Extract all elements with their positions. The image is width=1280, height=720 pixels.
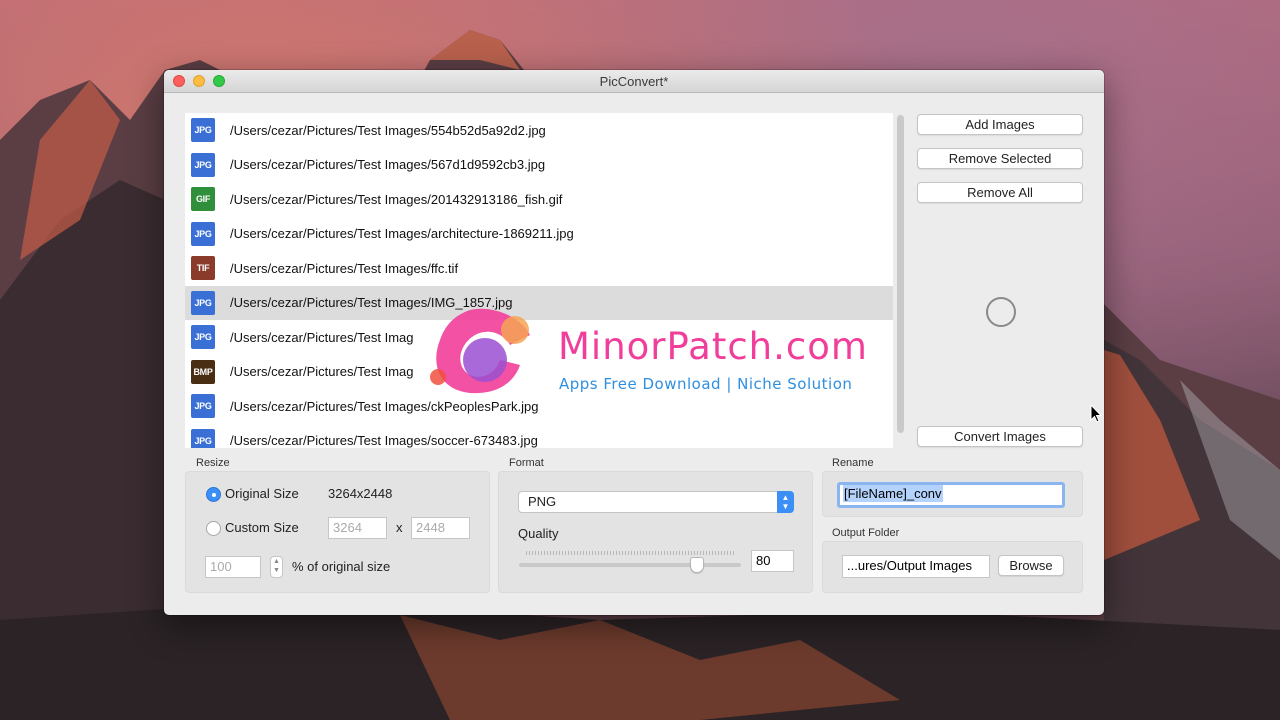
file-list-row[interactable]: JPG/Users/cezar/Pictures/Test Images/567… — [185, 148, 893, 183]
custom-size-label: Custom Size — [225, 520, 299, 535]
rename-field[interactable]: [FileName]_conv — [837, 482, 1065, 508]
file-path: /Users/cezar/Pictures/Test Images/201432… — [230, 191, 563, 207]
file-path: /Users/cezar/Pictures/Test Images/soccer… — [230, 433, 538, 448]
watermark-subtitle: Apps Free Download | Niche Solution — [559, 375, 853, 393]
percent-stepper[interactable]: ▲ ▼ — [270, 556, 283, 578]
title-bar: PicConvert* — [164, 70, 1104, 93]
progress-spinner — [986, 297, 1016, 327]
file-type-icon: JPG — [191, 118, 215, 143]
original-size-radio[interactable] — [206, 487, 221, 502]
quality-value-field[interactable]: 80 — [751, 550, 794, 572]
rename-box: [FileName]_conv — [822, 471, 1083, 517]
file-type-icon: TIF — [191, 256, 215, 281]
custom-height-field[interactable]: 2448 — [411, 517, 470, 539]
file-list-row[interactable]: JPG/Users/cezar/Pictures/Test Images/soc… — [185, 424, 893, 448]
times-sign: x — [396, 520, 403, 535]
add-images-button[interactable]: Add Images — [917, 114, 1083, 135]
file-path: /Users/cezar/Pictures/Test Imag — [230, 364, 414, 380]
rename-field-value: [FileName]_conv — [843, 485, 943, 502]
file-type-icon: JPG — [191, 221, 215, 246]
file-list-scrollbar[interactable] — [897, 115, 904, 435]
watermark-logo — [430, 308, 530, 394]
file-path: /Users/cezar/Pictures/Test Images/554b52… — [230, 122, 546, 138]
output-folder-field[interactable]: ...ures/Output Images — [842, 555, 990, 578]
format-select[interactable]: PNG ▲ ▼ — [518, 491, 794, 513]
percent-label: % of original size — [292, 559, 391, 574]
format-section-label: Format — [509, 457, 544, 469]
browse-button[interactable]: Browse — [998, 555, 1064, 576]
file-type-icon: JPG — [191, 152, 215, 177]
file-type-icon: JPG — [191, 394, 215, 419]
remove-selected-button[interactable]: Remove Selected — [917, 148, 1083, 169]
convert-images-button[interactable]: Convert Images — [917, 426, 1083, 447]
file-list-row[interactable]: JPG/Users/cezar/Pictures/Test Images/arc… — [185, 217, 893, 252]
format-box: PNG ▲ ▼ Quality 80 — [498, 471, 813, 593]
window-title: PicConvert* — [599, 74, 669, 89]
file-path: /Users/cezar/Pictures/Test Images/ffc.ti… — [230, 260, 459, 276]
mouse-cursor-icon — [1090, 404, 1102, 423]
watermark-title: MinorPatch.com — [558, 325, 868, 368]
quality-slider-track[interactable] — [519, 563, 741, 567]
rename-section-label: Rename — [832, 457, 874, 469]
output-folder-label: Output Folder — [832, 527, 900, 539]
file-path: /Users/cezar/Pictures/Test Images/567d1d… — [230, 157, 546, 173]
file-list-row[interactable]: TIF/Users/cezar/Pictures/Test Images/ffc… — [185, 251, 893, 286]
percent-field[interactable]: 100 — [205, 556, 261, 578]
quality-slider-knob[interactable] — [689, 557, 704, 573]
custom-width-field[interactable]: 3264 — [328, 517, 387, 539]
resize-section-label: Resize — [196, 457, 230, 469]
chevron-updown-icon: ▲ ▼ — [777, 491, 794, 513]
scrollbar-thumb[interactable] — [897, 115, 904, 433]
file-path: /Users/cezar/Pictures/Test Imag — [230, 329, 414, 345]
file-type-icon: JPG — [191, 290, 215, 315]
remove-all-button[interactable]: Remove All — [917, 182, 1083, 203]
resize-box: Original Size 3264x2448 Custom Size 3264… — [185, 471, 490, 593]
file-list-row[interactable]: GIF/Users/cezar/Pictures/Test Images/201… — [185, 182, 893, 217]
format-select-value: PNG — [528, 494, 557, 509]
file-type-icon: JPG — [191, 428, 215, 448]
quality-label: Quality — [518, 526, 559, 541]
original-size-label: Original Size — [225, 486, 299, 501]
file-type-icon: JPG — [191, 325, 215, 350]
watermark: MinorPatch.com Apps Free Download | Nich… — [420, 305, 880, 405]
file-type-icon: GIF — [191, 187, 215, 212]
file-type-icon: BMP — [191, 359, 215, 384]
custom-size-radio[interactable] — [206, 521, 221, 536]
output-folder-box: ...ures/Output Images Browse — [822, 541, 1083, 593]
quality-slider-ticks — [526, 551, 736, 555]
original-size-value: 3264x2448 — [328, 486, 393, 501]
file-path: /Users/cezar/Pictures/Test Images/archit… — [230, 226, 574, 242]
file-list-row[interactable]: JPG/Users/cezar/Pictures/Test Images/554… — [185, 113, 893, 148]
